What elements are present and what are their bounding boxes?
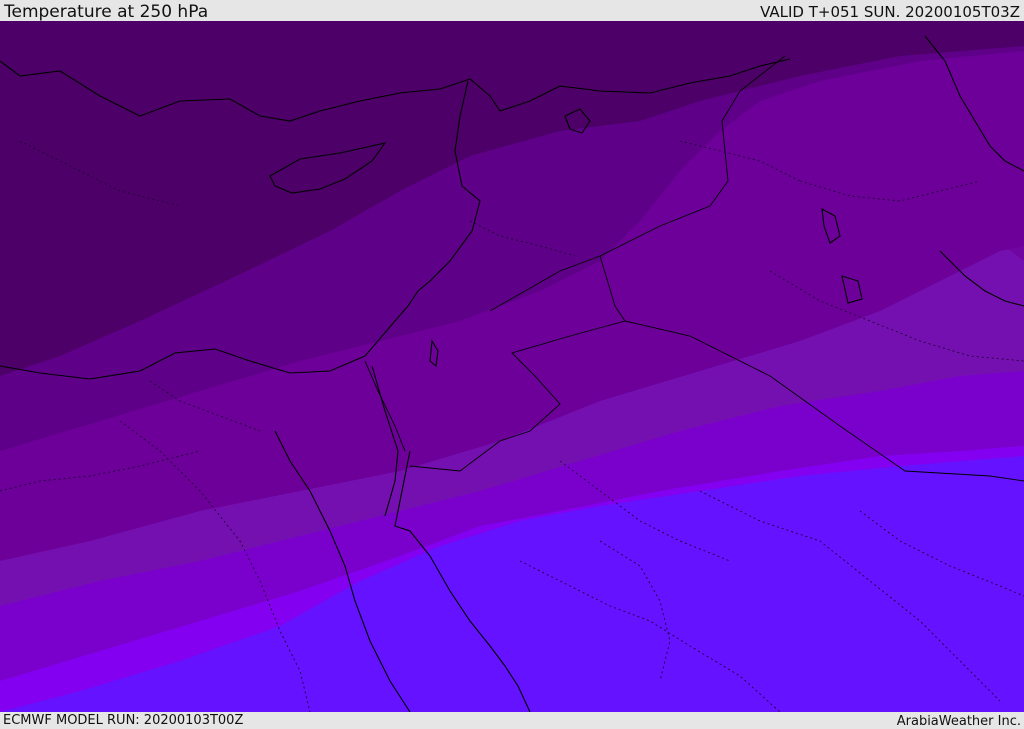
credit-label: ArabiaWeather Inc. (896, 714, 1021, 729)
map-canvas[interactable] (0, 21, 1024, 712)
map-title: Temperature at 250 hPa (4, 2, 209, 22)
footer-bar: ECMWF MODEL RUN: 20200103T00Z ArabiaWeat… (0, 712, 1024, 729)
header-bar: Temperature at 250 hPa VALID T+051 SUN. … (0, 0, 1024, 22)
model-run-label: ECMWF MODEL RUN: 20200103T00Z (3, 713, 244, 728)
valid-time-label: VALID T+051 SUN. 20200105T03Z (760, 3, 1020, 21)
temperature-map (0, 21, 1024, 712)
